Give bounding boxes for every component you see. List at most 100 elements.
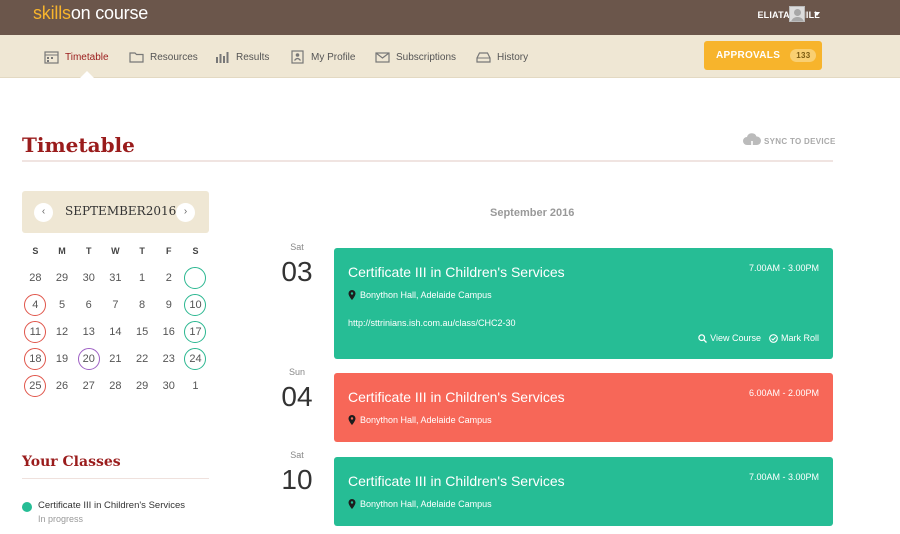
calendar-day[interactable]: 31 — [102, 267, 129, 289]
app-logo[interactable]: skillson course — [33, 2, 148, 24]
calendar-header: ‹ SEPTEMBER2016 › — [22, 191, 209, 233]
nav-item-resources[interactable]: Resources — [129, 49, 198, 65]
folder-icon — [129, 52, 144, 63]
calendar-day[interactable]: 26 — [49, 375, 76, 397]
calendar-day[interactable]: 1 — [182, 375, 209, 397]
calendar-day[interactable]: 24 — [182, 348, 209, 370]
calendar-day[interactable] — [182, 267, 209, 289]
event-location-text: Bonython Hall, Adelaide Campus — [360, 415, 492, 425]
event-weekday: Sat — [290, 242, 304, 252]
calendar-day[interactable]: 22 — [129, 348, 156, 370]
nav-item-history[interactable]: History — [476, 49, 528, 65]
nav-label: Results — [236, 51, 270, 63]
calendar-day-number: 9 — [165, 299, 172, 311]
events-month-label: September 2016 — [490, 207, 575, 219]
event-location-text: Bonython Hall, Adelaide Campus — [360, 499, 492, 509]
calendar-day-number — [184, 267, 207, 289]
calendar-grid: SMTWTFS 28 29 30 31 1 2 4 5 6 7 8 9 10 11 12 13 14 15 16 17… — [22, 246, 209, 397]
calendar-day-number: 20 — [77, 348, 100, 370]
calendar-prev-button[interactable]: ‹ — [34, 203, 53, 222]
calendar-day[interactable]: 28 — [22, 267, 49, 289]
calendar-day[interactable]: 4 — [22, 294, 49, 316]
calendar-weekday: T — [139, 246, 145, 256]
event-location-text: Bonython Hall, Adelaide Campus — [360, 290, 492, 300]
calendar-day[interactable]: 1 — [129, 267, 156, 289]
event-title: Certificate III in Children's Services — [348, 264, 565, 280]
calendar-weekday: S — [192, 246, 199, 256]
calendar-day[interactable]: 10 — [182, 294, 209, 316]
calendar-day-number: 31 — [109, 272, 122, 284]
calendar-day[interactable]: 7 — [102, 294, 129, 316]
event-card[interactable]: Certificate III in Children's Services 7… — [334, 457, 833, 526]
event-card[interactable]: Certificate III in Children's Services 6… — [334, 373, 833, 442]
event-location: Bonython Hall, Adelaide Campus — [348, 415, 492, 425]
calendar-weekday: F — [166, 246, 172, 256]
event-time: 6.00AM - 2.00PM — [748, 388, 819, 398]
event-time: 7.00AM - 3.00PM — [748, 472, 819, 482]
calendar-day[interactable]: 19 — [49, 348, 76, 370]
event-url-link[interactable]: http://sttrinians.ish.com.au/class/CHC2-… — [348, 318, 516, 328]
calendar-day[interactable]: 18 — [22, 348, 49, 370]
calendar-day-number: 27 — [82, 380, 95, 392]
calendar-week-row: 28 29 30 31 1 2 — [22, 267, 209, 289]
calendar-day[interactable]: 29 — [49, 267, 76, 289]
sync-to-device-button[interactable]: SYNC TO DEVICE — [742, 132, 836, 150]
mark-roll-link[interactable]: Mark Roll — [769, 333, 819, 343]
your-classes-heading: Your Classes — [22, 454, 121, 470]
page-title: Timetable — [22, 133, 135, 157]
calendar-next-button[interactable]: › — [176, 203, 195, 222]
calendar-day[interactable]: 17 — [182, 321, 209, 343]
chevron-down-icon[interactable] — [814, 12, 820, 16]
calendar-day[interactable]: 13 — [75, 321, 102, 343]
search-icon — [698, 333, 708, 343]
event-location: Bonython Hall, Adelaide Campus — [348, 290, 492, 300]
event-title: Certificate III in Children's Services — [348, 389, 565, 405]
profile-card-icon — [291, 50, 304, 64]
calendar-day-number: 13 — [82, 326, 95, 338]
calendar-day[interactable]: 25 — [22, 375, 49, 397]
calendar-day[interactable]: 6 — [75, 294, 102, 316]
calendar-day[interactable]: 2 — [155, 267, 182, 289]
calendar-day-number: 6 — [85, 299, 92, 311]
calendar-day[interactable]: 16 — [155, 321, 182, 343]
event-card[interactable]: Certificate III in Children's Services 7… — [334, 248, 833, 359]
nav-label: Timetable — [65, 51, 109, 63]
nav-item-my-profile[interactable]: My Profile — [290, 49, 355, 65]
calendar-weekday: S — [32, 246, 39, 256]
check-circle-icon — [769, 333, 778, 343]
nav-item-results[interactable]: Results — [215, 49, 269, 65]
calendar-day-number: 26 — [55, 380, 69, 392]
calendar-day[interactable]: 8 — [129, 294, 156, 316]
approvals-button[interactable]: APPROVALS 133 — [704, 41, 822, 70]
calendar-day[interactable]: 14 — [102, 321, 129, 343]
event-date: Sun 04 — [272, 367, 322, 413]
calendar-day[interactable]: 28 — [102, 375, 129, 397]
nav-item-timetable[interactable]: Timetable — [44, 49, 109, 65]
calendar-day[interactable]: 12 — [49, 321, 76, 343]
approvals-count-badge: 133 — [790, 49, 817, 62]
view-course-link[interactable]: View Course — [698, 333, 761, 343]
event-weekday: Sun — [288, 367, 305, 377]
event-date: Sat 10 — [272, 450, 322, 496]
calendar-day-number: 4 — [24, 294, 47, 316]
top-bar: skillson course ELIATAN HILL — [0, 0, 900, 35]
calendar-day[interactable]: 30 — [75, 267, 102, 289]
nav-label: History — [497, 51, 529, 63]
calendar-day[interactable]: 11 — [22, 321, 49, 343]
calendar-week-row: 18 19 20 21 22 23 24 — [22, 348, 209, 370]
calendar-day-number: 11 — [24, 321, 47, 343]
calendar-day[interactable]: 27 — [75, 375, 102, 397]
calendar-day[interactable]: 5 — [49, 294, 76, 316]
calendar-day[interactable]: 20 — [75, 348, 102, 370]
calendar-day[interactable]: 15 — [129, 321, 156, 343]
calendar-day[interactable]: 21 — [102, 348, 129, 370]
avatar[interactable] — [789, 6, 805, 22]
approvals-label: APPROVALS — [716, 50, 781, 61]
calendar-day[interactable]: 30 — [155, 375, 182, 397]
calendar-day[interactable]: 29 — [129, 375, 156, 397]
calendar-day[interactable]: 23 — [155, 348, 182, 370]
inbox-tray-icon — [476, 52, 491, 63]
calendar-day[interactable]: 9 — [155, 294, 182, 316]
calendar-month-label: SEPTEMBER2016 — [65, 204, 177, 218]
nav-item-subscriptions[interactable]: Subscriptions — [375, 49, 456, 65]
